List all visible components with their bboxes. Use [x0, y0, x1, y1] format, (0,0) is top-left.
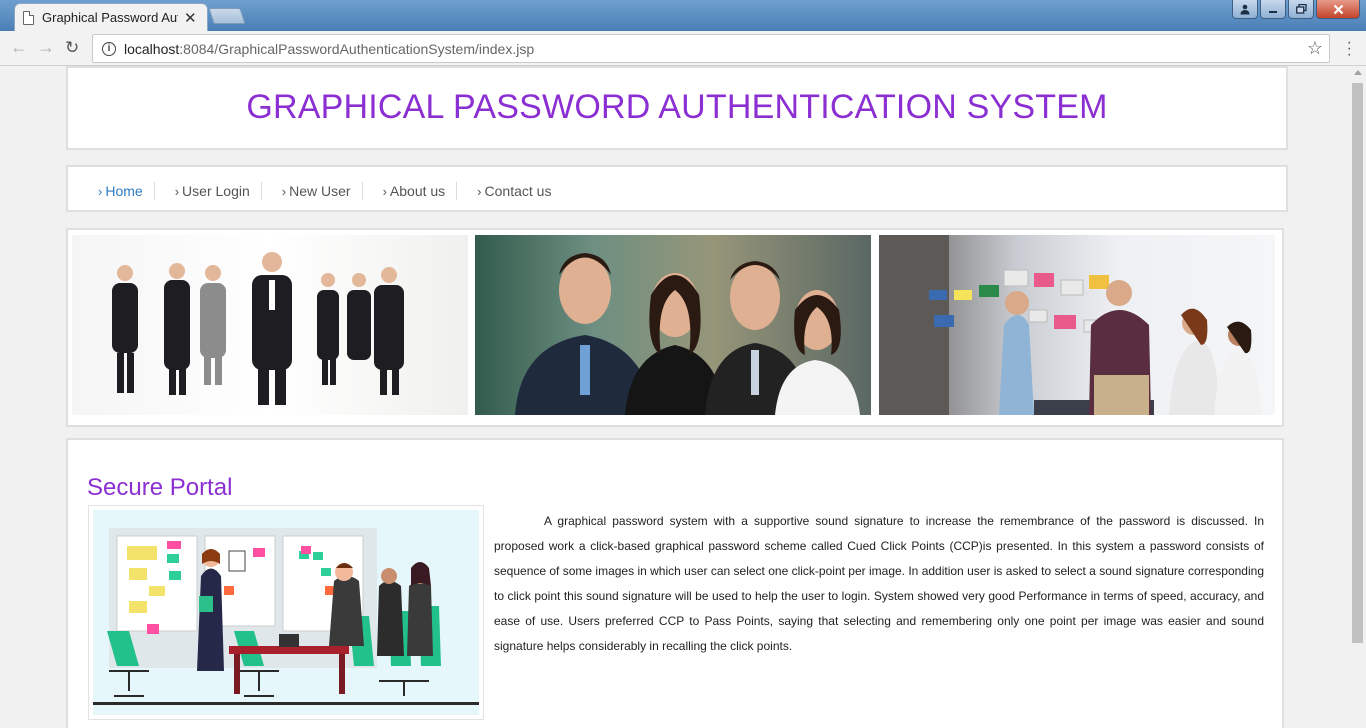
more-vert-icon[interactable]: · · · [1347, 35, 1352, 63]
user-glyph [1240, 4, 1250, 15]
nav-list: › Home › User Login › New User › About us › C… [98, 182, 582, 200]
office-meeting-photo [879, 235, 1261, 415]
close-icon[interactable]: ✕ [184, 9, 197, 27]
nav-label: User Login [182, 183, 250, 199]
new-tab-button[interactable] [208, 8, 246, 24]
url-path: :8084/GraphicalPasswordAuthenticationSys… [179, 40, 535, 57]
team-portrait-photo [475, 235, 871, 415]
minimize-button[interactable] [1260, 0, 1286, 19]
site-header: GRAPHICAL PASSWORD AUTHENTICATION SYSTEM [66, 66, 1288, 150]
vertical-scrollbar[interactable] [1349, 66, 1366, 728]
url-text[interactable]: localhost:8084/GraphicalPasswordAuthenti… [124, 41, 534, 57]
nav-item-home[interactable]: › Home [98, 182, 155, 200]
info-icon[interactable]: i [102, 41, 116, 56]
page-title: GRAPHICAL PASSWORD AUTHENTICATION SYSTEM [246, 88, 1108, 126]
minimize-icon [1269, 11, 1277, 13]
nav-item-user-login[interactable]: › User Login [175, 182, 262, 200]
address-bar[interactable]: i localhost:8084/GraphicalPasswordAuthen… [92, 34, 1330, 63]
secure-portal-illustration [88, 505, 484, 720]
star-icon[interactable]: ☆ [1307, 38, 1323, 59]
office-meeting-illustration [93, 510, 479, 715]
browser-toolbar: ← → ↻ i localhost:8084/GraphicalPassword… [0, 31, 1366, 66]
browser-tab[interactable]: Graphical Password Auth ✕ [14, 3, 208, 31]
document-icon [23, 10, 34, 25]
banner-image-office-meeting [879, 235, 1275, 415]
section-title: Secure Portal [87, 474, 233, 501]
nav-label: New User [289, 183, 351, 199]
scroll-up-arrow-icon[interactable] [1354, 70, 1362, 75]
arrow-left-icon[interactable]: ← [10, 37, 28, 58]
nav-item-about-us[interactable]: › About us [383, 182, 458, 200]
banner-image-team-portrait [475, 235, 871, 415]
tab-title: Graphical Password Auth [42, 10, 178, 25]
user-icon[interactable] [1232, 0, 1258, 19]
chevron-right-icon: › [281, 183, 287, 199]
arrow-right-icon[interactable]: → [37, 37, 55, 58]
restore-button[interactable] [1288, 0, 1314, 19]
nav-item-new-user[interactable]: › New User [282, 182, 363, 200]
close-x-icon [1333, 4, 1343, 14]
nav-label: Home [105, 183, 143, 199]
scroll-thumb[interactable] [1352, 83, 1363, 643]
restore-icon [1295, 4, 1307, 14]
nav-label: About us [389, 183, 446, 199]
nav-item-contact-us[interactable]: › Contact us [477, 182, 562, 200]
banner-gallery [66, 228, 1284, 427]
window-close-button[interactable] [1316, 0, 1360, 19]
chevron-right-icon: › [382, 183, 387, 199]
url-host: localhost [124, 40, 180, 57]
description-text: A graphical password system with a suppo… [494, 514, 1264, 653]
content-section: Secure Portal A graphical password syste… [66, 438, 1284, 728]
chevron-right-icon: › [98, 183, 103, 199]
chevron-right-icon: › [174, 183, 180, 199]
main-navigation: › Home › User Login › New User › About us › C… [66, 165, 1288, 212]
business-team-photo [112, 252, 404, 405]
reload-icon[interactable]: ↻ [65, 38, 79, 58]
window-controls [1232, 0, 1360, 19]
window-titlebar: Graphical Password Auth ✕ [0, 0, 1366, 31]
nav-label: Contact us [484, 183, 552, 199]
chevron-right-icon: › [477, 183, 482, 199]
banner-image-business-team [72, 235, 468, 415]
